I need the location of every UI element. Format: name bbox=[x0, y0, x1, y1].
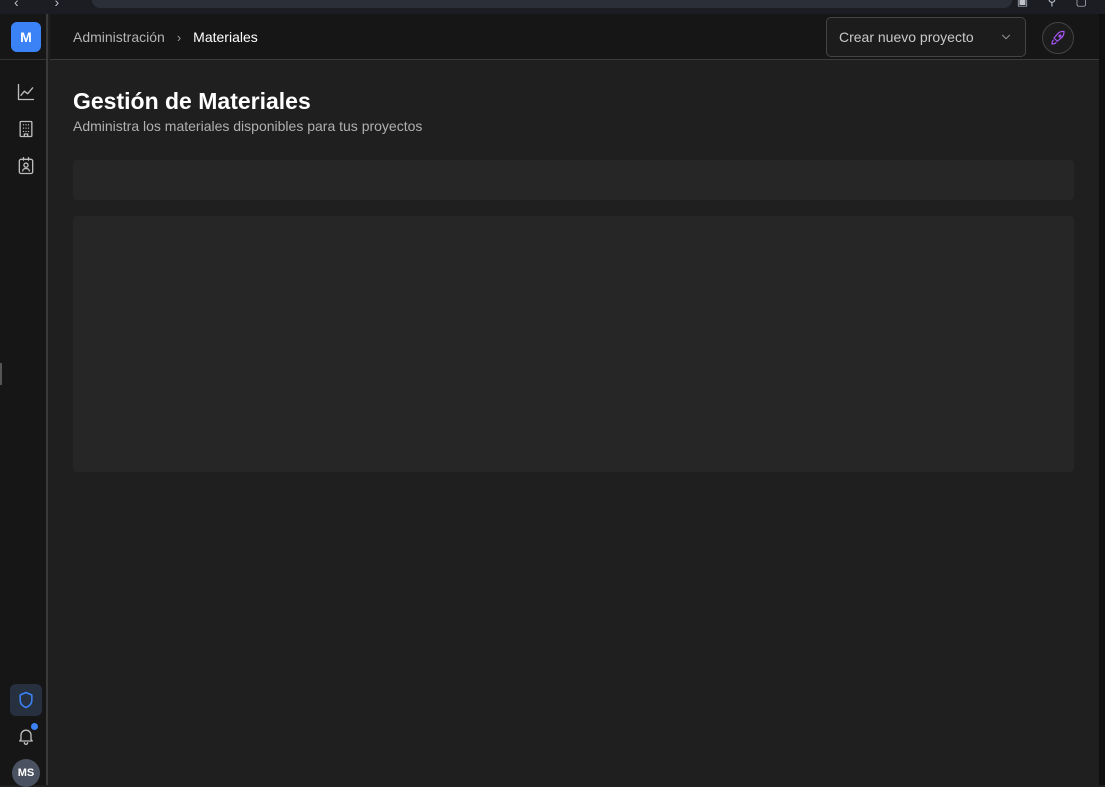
notification-badge bbox=[31, 723, 38, 730]
sidebar-item-notifications[interactable] bbox=[10, 720, 42, 752]
top-bar: Administración › Materiales Crear nuevo … bbox=[50, 14, 1099, 60]
project-select-value: Crear nuevo proyecto bbox=[839, 29, 974, 45]
breadcrumb-materiales: Materiales bbox=[193, 29, 258, 45]
app-logo[interactable]: M bbox=[11, 22, 41, 52]
filter-bar-placeholder bbox=[73, 160, 1074, 200]
materials-table-placeholder bbox=[73, 216, 1074, 472]
page-subtitle: Administra los materiales disponibles pa… bbox=[73, 118, 423, 134]
chart-line-icon bbox=[17, 83, 35, 101]
browser-url-text: / bbox=[110, 0, 113, 3]
browser-extension-icons[interactable]: ▣ ⚲ ▢ bbox=[1017, 0, 1095, 8]
sidebar-item-contacts[interactable] bbox=[10, 150, 42, 182]
sidebar-item-analytics[interactable] bbox=[10, 76, 42, 108]
chevron-right-icon: › bbox=[176, 29, 182, 45]
main-content: Gestión de Materiales Administra los mat… bbox=[50, 60, 1099, 785]
resize-handle[interactable] bbox=[0, 363, 2, 385]
shield-icon bbox=[19, 691, 33, 709]
browser-url-bar[interactable]: / bbox=[92, 0, 1012, 8]
sidebar-divider bbox=[0, 59, 46, 60]
rocket-icon bbox=[1051, 30, 1065, 45]
sidebar-item-buildings[interactable] bbox=[10, 113, 42, 145]
breadcrumb: Administración › Materiales bbox=[73, 29, 258, 45]
user-avatar[interactable]: MS bbox=[12, 759, 40, 787]
project-select[interactable]: Crear nuevo proyecto bbox=[826, 17, 1026, 57]
sidebar-item-admin[interactable] bbox=[10, 684, 42, 716]
chevron-down-icon bbox=[1001, 34, 1011, 40]
building-icon bbox=[19, 120, 33, 138]
contact-card-icon bbox=[18, 157, 34, 175]
browser-toolbar: ‹ › ⟳ / ▣ ⚲ ▢ bbox=[0, 0, 1105, 14]
page-title: Gestión de Materiales bbox=[73, 88, 311, 114]
breadcrumb-administracion[interactable]: Administración bbox=[73, 29, 165, 45]
window-edge bbox=[1099, 14, 1105, 785]
sidebar: M MS bbox=[0, 14, 48, 787]
rocket-button[interactable] bbox=[1042, 22, 1074, 54]
